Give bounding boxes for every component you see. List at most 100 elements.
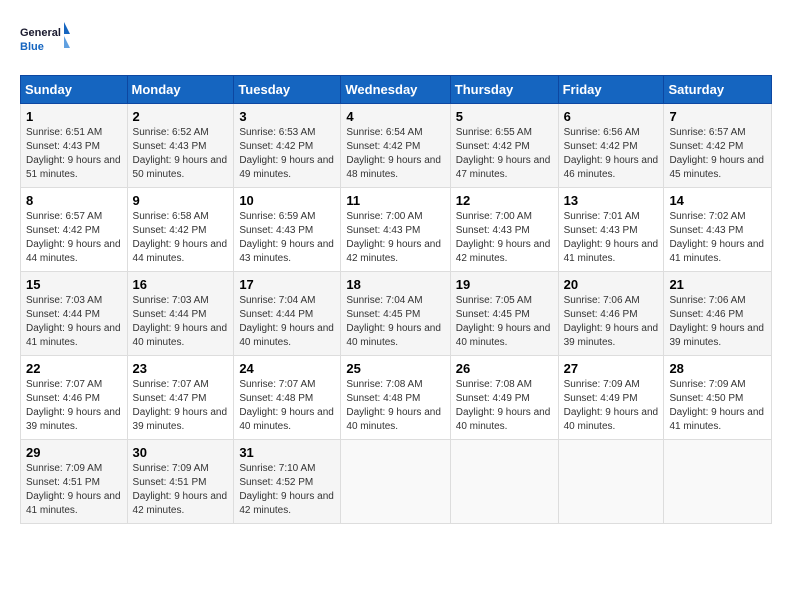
day-info: Sunrise: 7:03 AM Sunset: 4:44 PM Dayligh… xyxy=(133,294,229,350)
day-number: 13 xyxy=(564,193,659,208)
day-info: Sunrise: 7:04 AM Sunset: 4:45 PM Dayligh… xyxy=(346,294,444,350)
weekday-header: Thursday xyxy=(450,76,558,104)
calendar-cell: 4 Sunrise: 6:54 AM Sunset: 4:42 PM Dayli… xyxy=(341,104,450,188)
day-number: 3 xyxy=(239,109,335,124)
calendar-table: SundayMondayTuesdayWednesdayThursdayFrid… xyxy=(20,75,772,524)
day-number: 5 xyxy=(456,109,553,124)
day-info: Sunrise: 7:09 AM Sunset: 4:49 PM Dayligh… xyxy=(564,378,659,434)
day-info: Sunrise: 6:57 AM Sunset: 4:42 PM Dayligh… xyxy=(26,210,122,266)
calendar-cell: 22 Sunrise: 7:07 AM Sunset: 4:46 PM Dayl… xyxy=(21,356,128,440)
calendar-cell: 12 Sunrise: 7:00 AM Sunset: 4:43 PM Dayl… xyxy=(450,188,558,272)
weekday-header: Monday xyxy=(127,76,234,104)
day-info: Sunrise: 6:58 AM Sunset: 4:42 PM Dayligh… xyxy=(133,210,229,266)
day-info: Sunrise: 7:00 AM Sunset: 4:43 PM Dayligh… xyxy=(346,210,444,266)
weekday-header: Sunday xyxy=(21,76,128,104)
day-info: Sunrise: 6:53 AM Sunset: 4:42 PM Dayligh… xyxy=(239,126,335,182)
day-number: 20 xyxy=(564,277,659,292)
day-info: Sunrise: 6:52 AM Sunset: 4:43 PM Dayligh… xyxy=(133,126,229,182)
weekday-header: Saturday xyxy=(664,76,772,104)
day-number: 21 xyxy=(669,277,766,292)
day-number: 19 xyxy=(456,277,553,292)
day-number: 15 xyxy=(26,277,122,292)
calendar-cell: 6 Sunrise: 6:56 AM Sunset: 4:42 PM Dayli… xyxy=(558,104,664,188)
day-number: 8 xyxy=(26,193,122,208)
day-info: Sunrise: 6:55 AM Sunset: 4:42 PM Dayligh… xyxy=(456,126,553,182)
day-number: 6 xyxy=(564,109,659,124)
day-info: Sunrise: 7:07 AM Sunset: 4:48 PM Dayligh… xyxy=(239,378,335,434)
day-info: Sunrise: 7:02 AM Sunset: 4:43 PM Dayligh… xyxy=(669,210,766,266)
day-number: 7 xyxy=(669,109,766,124)
calendar-cell: 5 Sunrise: 6:55 AM Sunset: 4:42 PM Dayli… xyxy=(450,104,558,188)
svg-text:Blue: Blue xyxy=(20,41,44,53)
calendar-cell: 16 Sunrise: 7:03 AM Sunset: 4:44 PM Dayl… xyxy=(127,272,234,356)
day-info: Sunrise: 7:06 AM Sunset: 4:46 PM Dayligh… xyxy=(669,294,766,350)
day-number: 23 xyxy=(133,361,229,376)
calendar-cell: 19 Sunrise: 7:05 AM Sunset: 4:45 PM Dayl… xyxy=(450,272,558,356)
day-info: Sunrise: 7:08 AM Sunset: 4:48 PM Dayligh… xyxy=(346,378,444,434)
day-number: 30 xyxy=(133,445,229,460)
calendar-cell: 3 Sunrise: 6:53 AM Sunset: 4:42 PM Dayli… xyxy=(234,104,341,188)
calendar-cell: 10 Sunrise: 6:59 AM Sunset: 4:43 PM Dayl… xyxy=(234,188,341,272)
day-info: Sunrise: 7:06 AM Sunset: 4:46 PM Dayligh… xyxy=(564,294,659,350)
calendar-cell: 20 Sunrise: 7:06 AM Sunset: 4:46 PM Dayl… xyxy=(558,272,664,356)
day-number: 29 xyxy=(26,445,122,460)
calendar-cell: 1 Sunrise: 6:51 AM Sunset: 4:43 PM Dayli… xyxy=(21,104,128,188)
day-number: 12 xyxy=(456,193,553,208)
calendar-cell xyxy=(558,440,664,524)
logo-svg: General Blue xyxy=(20,20,70,65)
calendar-cell: 9 Sunrise: 6:58 AM Sunset: 4:42 PM Dayli… xyxy=(127,188,234,272)
header-row: SundayMondayTuesdayWednesdayThursdayFrid… xyxy=(21,76,772,104)
day-number: 26 xyxy=(456,361,553,376)
calendar-cell: 25 Sunrise: 7:08 AM Sunset: 4:48 PM Dayl… xyxy=(341,356,450,440)
day-number: 28 xyxy=(669,361,766,376)
calendar-cell: 14 Sunrise: 7:02 AM Sunset: 4:43 PM Dayl… xyxy=(664,188,772,272)
day-info: Sunrise: 7:08 AM Sunset: 4:49 PM Dayligh… xyxy=(456,378,553,434)
day-number: 31 xyxy=(239,445,335,460)
day-number: 1 xyxy=(26,109,122,124)
calendar-cell: 13 Sunrise: 7:01 AM Sunset: 4:43 PM Dayl… xyxy=(558,188,664,272)
calendar-cell: 23 Sunrise: 7:07 AM Sunset: 4:47 PM Dayl… xyxy=(127,356,234,440)
calendar-cell: 24 Sunrise: 7:07 AM Sunset: 4:48 PM Dayl… xyxy=(234,356,341,440)
day-info: Sunrise: 7:07 AM Sunset: 4:46 PM Dayligh… xyxy=(26,378,122,434)
calendar-week-row: 29 Sunrise: 7:09 AM Sunset: 4:51 PM Dayl… xyxy=(21,440,772,524)
day-number: 16 xyxy=(133,277,229,292)
calendar-cell: 21 Sunrise: 7:06 AM Sunset: 4:46 PM Dayl… xyxy=(664,272,772,356)
day-info: Sunrise: 6:51 AM Sunset: 4:43 PM Dayligh… xyxy=(26,126,122,182)
calendar-cell: 2 Sunrise: 6:52 AM Sunset: 4:43 PM Dayli… xyxy=(127,104,234,188)
day-info: Sunrise: 6:57 AM Sunset: 4:42 PM Dayligh… xyxy=(669,126,766,182)
calendar-cell: 17 Sunrise: 7:04 AM Sunset: 4:44 PM Dayl… xyxy=(234,272,341,356)
day-number: 2 xyxy=(133,109,229,124)
day-number: 14 xyxy=(669,193,766,208)
day-info: Sunrise: 7:00 AM Sunset: 4:43 PM Dayligh… xyxy=(456,210,553,266)
day-info: Sunrise: 7:10 AM Sunset: 4:52 PM Dayligh… xyxy=(239,462,335,518)
weekday-header: Tuesday xyxy=(234,76,341,104)
day-number: 9 xyxy=(133,193,229,208)
weekday-header: Wednesday xyxy=(341,76,450,104)
day-info: Sunrise: 7:09 AM Sunset: 4:51 PM Dayligh… xyxy=(133,462,229,518)
day-number: 17 xyxy=(239,277,335,292)
calendar-cell: 29 Sunrise: 7:09 AM Sunset: 4:51 PM Dayl… xyxy=(21,440,128,524)
calendar-cell: 8 Sunrise: 6:57 AM Sunset: 4:42 PM Dayli… xyxy=(21,188,128,272)
day-number: 22 xyxy=(26,361,122,376)
day-number: 24 xyxy=(239,361,335,376)
calendar-week-row: 1 Sunrise: 6:51 AM Sunset: 4:43 PM Dayli… xyxy=(21,104,772,188)
day-info: Sunrise: 7:03 AM Sunset: 4:44 PM Dayligh… xyxy=(26,294,122,350)
calendar-cell: 11 Sunrise: 7:00 AM Sunset: 4:43 PM Dayl… xyxy=(341,188,450,272)
logo: General Blue xyxy=(20,20,70,65)
calendar-cell xyxy=(341,440,450,524)
day-info: Sunrise: 7:07 AM Sunset: 4:47 PM Dayligh… xyxy=(133,378,229,434)
day-info: Sunrise: 6:56 AM Sunset: 4:42 PM Dayligh… xyxy=(564,126,659,182)
day-number: 10 xyxy=(239,193,335,208)
header: General Blue xyxy=(20,20,772,65)
day-info: Sunrise: 6:54 AM Sunset: 4:42 PM Dayligh… xyxy=(346,126,444,182)
day-info: Sunrise: 7:09 AM Sunset: 4:51 PM Dayligh… xyxy=(26,462,122,518)
calendar-cell: 27 Sunrise: 7:09 AM Sunset: 4:49 PM Dayl… xyxy=(558,356,664,440)
day-number: 27 xyxy=(564,361,659,376)
svg-text:General: General xyxy=(20,27,61,39)
calendar-cell: 26 Sunrise: 7:08 AM Sunset: 4:49 PM Dayl… xyxy=(450,356,558,440)
calendar-cell: 28 Sunrise: 7:09 AM Sunset: 4:50 PM Dayl… xyxy=(664,356,772,440)
calendar-cell: 31 Sunrise: 7:10 AM Sunset: 4:52 PM Dayl… xyxy=(234,440,341,524)
day-number: 11 xyxy=(346,193,444,208)
day-number: 4 xyxy=(346,109,444,124)
day-info: Sunrise: 7:09 AM Sunset: 4:50 PM Dayligh… xyxy=(669,378,766,434)
